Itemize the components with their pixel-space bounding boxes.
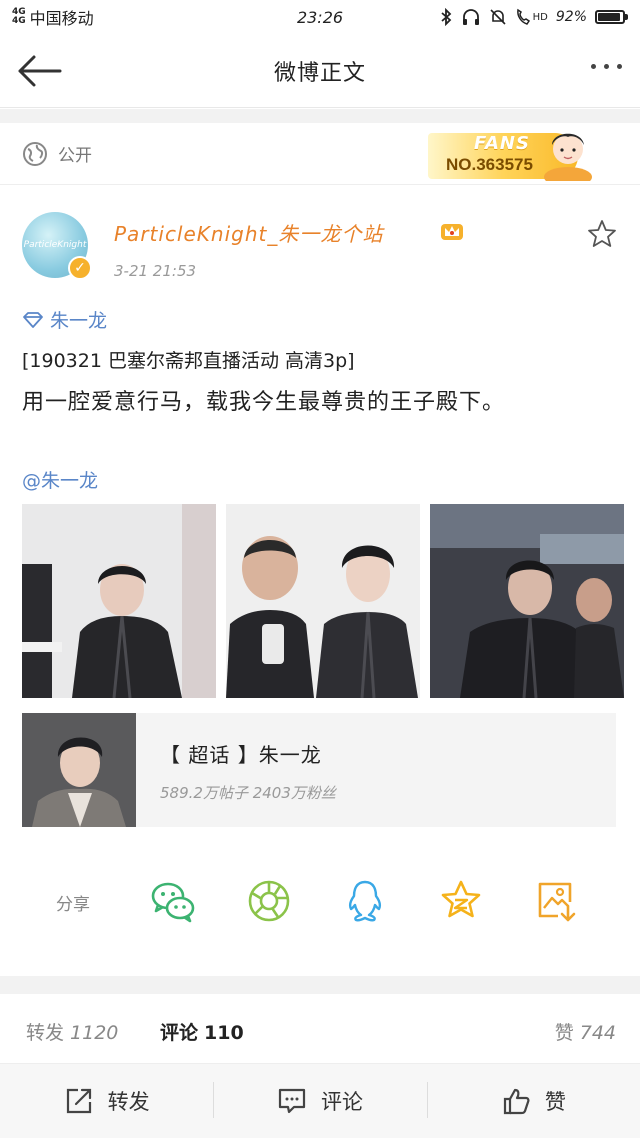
comment-icon (278, 1088, 306, 1114)
status-right: HD 92% (439, 8, 628, 26)
fans-number: NO.363575 (446, 155, 533, 174)
repost-tab-label: 转发 (26, 1022, 65, 1044)
like-count: 744 (579, 1022, 616, 1044)
photo-grid (22, 504, 624, 698)
share-row: 分享 (0, 878, 640, 928)
fans-title: FANS (474, 133, 530, 154)
hd-label: HD (532, 11, 548, 23)
super-topic-title: 【 超话 】朱一龙 (160, 743, 322, 767)
comment-count: 110 (204, 1022, 244, 1044)
repost-icon (66, 1088, 91, 1114)
nav-bar: 微博正文 (0, 34, 640, 108)
page-title: 微博正文 (273, 60, 366, 86)
tab-reposts[interactable]: 转发 1120 (26, 1018, 118, 1045)
favorite-star-icon[interactable] (438, 878, 484, 924)
status-left: 4G 4G 中国移动 (12, 5, 94, 29)
fans-badge[interactable]: FANS NO.363575 (428, 123, 594, 181)
super-topic-stats: 589.2万帖子 2403万粉丝 (160, 784, 336, 802)
moments-icon[interactable] (246, 878, 292, 924)
tab-likes[interactable]: 赞 744 (555, 1018, 616, 1045)
post-time: 3-21 21:53 (114, 262, 197, 280)
photo-1[interactable] (22, 504, 216, 698)
repost-button-label: 转发 (107, 1090, 150, 1114)
thumbs-up-icon (503, 1088, 530, 1115)
comment-button-label: 评论 (320, 1090, 363, 1114)
diamond-icon (23, 311, 43, 328)
share-label: 分享 (56, 895, 90, 915)
post-text-line-1: [190321 巴塞尔斋邦直播活动 高清3p] (22, 350, 355, 372)
mention-link[interactable]: @朱一龙 (22, 466, 98, 493)
super-topic-body: 【 超话 】朱一龙 589.2万帖子 2403万粉丝 (136, 713, 336, 827)
avatar-logo-text: ParticleKnight (23, 240, 87, 250)
globe-icon (23, 141, 47, 166)
bottom-action-bar: 转发 评论 赞 (0, 1064, 640, 1138)
arrow-left-icon (18, 55, 62, 87)
photo-2[interactable] (226, 504, 420, 698)
headphones-icon (462, 9, 479, 25)
photo-3[interactable] (430, 504, 624, 698)
battery-icon (595, 10, 628, 24)
mute-bell-icon (490, 9, 506, 25)
comment-button[interactable]: 评论 (213, 1064, 426, 1138)
comment-tab-label: 评论 (160, 1022, 199, 1044)
topic-tag-label: 朱一龙 (50, 310, 108, 332)
fans-avatar-illustration (544, 133, 592, 181)
save-image-icon[interactable] (534, 878, 580, 924)
qq-icon[interactable] (342, 878, 388, 924)
post-text-line-2: 用一腔爱意行马，载我今生最尊贵的王子殿下。 (22, 390, 506, 415)
star-outline-icon[interactable] (586, 218, 618, 250)
crown-badge-icon[interactable] (438, 216, 466, 244)
battery-fill (598, 13, 621, 21)
repost-count: 1120 (70, 1022, 119, 1044)
tab-comments[interactable]: 评论 110 (160, 1018, 244, 1045)
super-topic-card[interactable]: 【 超话 】朱一龙 589.2万帖子 2403万粉丝 (22, 713, 616, 827)
wechat-icon[interactable] (150, 878, 196, 924)
bluetooth-icon (441, 8, 451, 26)
visibility-row: 公开 FANS NO.363575 (0, 123, 640, 185)
like-button-label: 赞 (544, 1090, 566, 1114)
repost-button[interactable]: 转发 (0, 1064, 213, 1138)
back-button[interactable] (16, 52, 64, 90)
section-divider-2 (0, 976, 640, 994)
author-name[interactable]: ParticleKnight_朱一龙个站 (114, 218, 383, 247)
author-avatar[interactable]: ParticleKnight ✓ (22, 212, 92, 280)
section-divider (0, 109, 640, 123)
carrier-name: 中国移动 (29, 9, 94, 28)
more-dots-icon (591, 64, 596, 69)
more-button[interactable] (591, 64, 622, 69)
verified-badge-icon: ✓ (68, 256, 92, 280)
topic-tag[interactable]: 朱一龙 (22, 306, 107, 333)
network-label-second: 4G (12, 16, 26, 26)
like-tab-label: 赞 (554, 1022, 574, 1044)
visibility-label: 公开 (58, 146, 92, 166)
like-button[interactable]: 赞 (426, 1064, 640, 1138)
super-topic-image (22, 713, 136, 827)
status-bar: 4G 4G 中国移动 23:26 HD 92% (0, 0, 640, 34)
network-indicator: 4G 4G (12, 8, 26, 26)
stats-row: 转发 1120 评论 110 赞 744 (0, 994, 640, 1064)
phone-hd-icon (516, 8, 530, 25)
battery-percent: 92% (555, 9, 587, 25)
post-header: ParticleKnight ✓ ParticleKnight_朱一龙个站 3-… (0, 200, 640, 290)
